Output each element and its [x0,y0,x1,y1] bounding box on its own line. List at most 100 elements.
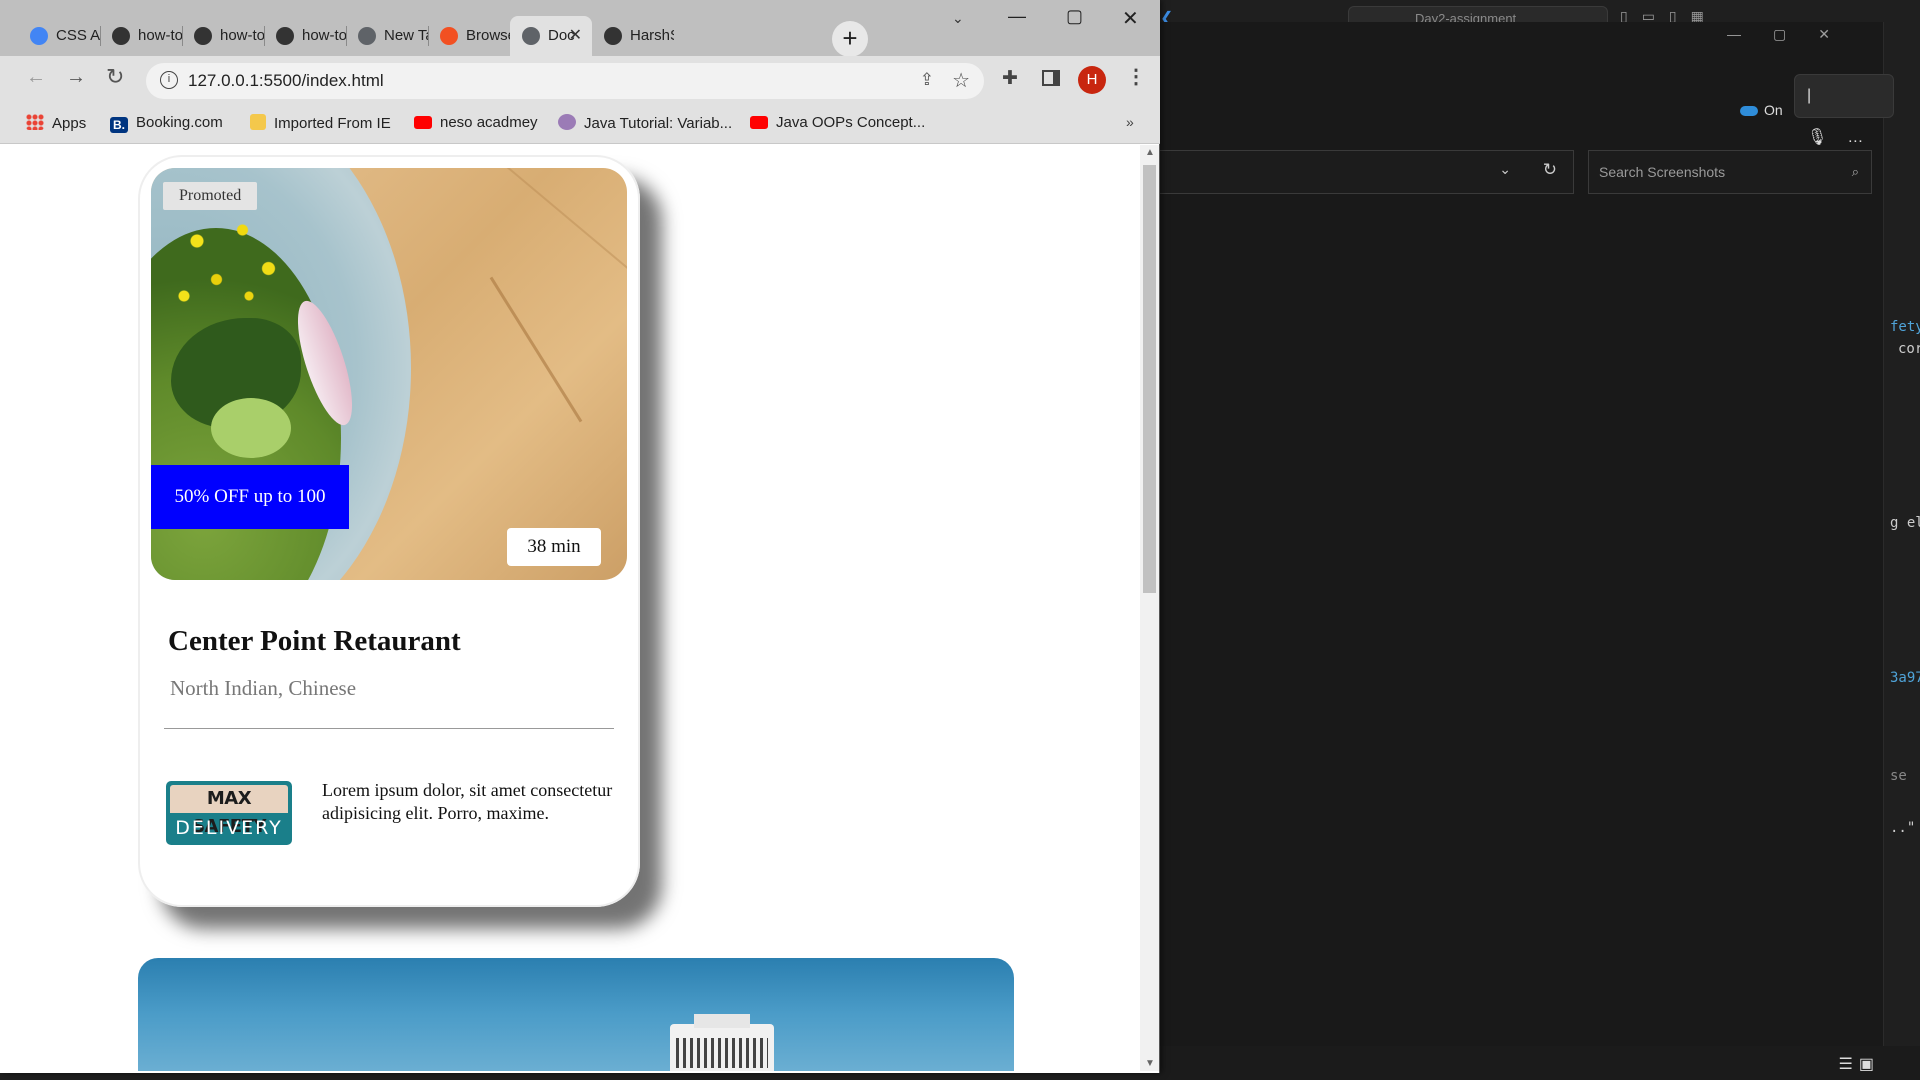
file-explorer-window: —▢✕ On |🎙… ⌄ ↻ Search Screenshots ⌕ [1160,22,1894,1080]
browser-window: CSS Ass how-to how-to how-to New Ta BrowseDoc… [0,0,1160,1073]
kebab-menu-icon[interactable]: ⋮ [1126,64,1146,89]
onedrive-cloud-icon [1740,106,1758,117]
restaurant-name: Center Point Retaurant [168,625,461,657]
bookmark-java-tutorial[interactable]: Java Tutorial: Variab... [558,114,732,132]
bookmark-neso[interactable]: neso acadmey [414,114,538,131]
extensions-puzzle-icon[interactable]: ✚ [1002,67,1018,90]
building-windows [676,1038,768,1068]
code-fragment: se [1890,768,1907,784]
bookmark-java-oops[interactable]: Java OOPs Concept... [750,114,925,131]
flowers [171,208,301,318]
maximize-icon[interactable]: ▢ [1066,6,1083,27]
explorer-status-bar: ☰▣ [1160,1046,1920,1080]
tab-separator [264,26,265,46]
explorer-titlebar: —▢✕ [1160,22,1884,54]
tab-3[interactable]: how-to [264,16,346,56]
tab-search-chevron-icon[interactable]: ⌄ [952,10,964,27]
github-icon [112,27,130,45]
second-card-image[interactable] [138,958,1014,1071]
side-panel-icon[interactable] [1042,70,1060,86]
search-placeholder: Search Screenshots [1599,164,1726,180]
site-info-icon[interactable]: i [160,71,178,89]
code-fragment: cor [1898,341,1920,357]
background-app-window: ❮ Day2-assignment ▯▭▯▦ —▢✕ On |🎙… ⌄ ↻ Se… [1160,0,1920,1080]
card-description: Lorem ipsum dolor, sit amet consectetur … [322,780,613,823]
forward-arrow-icon[interactable]: → [66,66,86,89]
share-icon[interactable]: ⇪ [920,70,934,90]
tab-label: CSS Ass [56,27,100,44]
tab-label: how-to [220,27,264,44]
tab-0[interactable]: CSS Ass [18,16,100,56]
delivery-time-badge: 38 min [507,528,601,566]
new-tab-button[interactable]: + [832,21,868,57]
tab-strip: CSS Ass how-to how-to how-to New Ta BrowseDoc… [0,0,1160,57]
scroll-thumb[interactable] [1143,165,1156,593]
food-image: Promoted 50% OFF up to 100 38 min [151,168,627,580]
tab-4[interactable]: New Ta [346,16,428,56]
page-scrollbar[interactable]: ▲ ▼ [1140,145,1159,1071]
tab-separator [346,26,347,46]
onedrive-item[interactable]: On [1740,102,1783,118]
profile-avatar[interactable]: H [1078,66,1106,94]
tab-label: how-to [302,27,346,44]
apps-grid-icon [26,114,44,130]
folder-icon [250,114,266,130]
tab-6[interactable]: Doc ✕ [510,16,592,56]
bookmark-booking[interactable]: B. Booking.com [110,114,223,133]
view-mode-icons[interactable]: ☰▣ [1839,1054,1880,1074]
code-fragment: g el [1890,515,1920,531]
tab-label: New Ta [384,27,428,44]
avatar-icon [558,114,576,130]
url-text[interactable]: 127.0.0.1:5500/index.html [188,71,384,91]
bookmark-imported-ie[interactable]: Imported From IE [250,114,391,132]
youtube-icon [414,116,432,129]
search-icon: ⌕ [1851,164,1859,179]
bookmarks-bar: Apps B. Booking.com Imported From IE neso… [0,106,1160,144]
tab-5[interactable]: Browse [428,16,510,56]
minimize-icon[interactable]: — [1008,6,1026,27]
bookmark-apps[interactable]: Apps [26,114,86,132]
code-fragment: .." [1890,820,1916,836]
more-bookmarks-chevron-icon[interactable]: » [1126,114,1134,130]
bookmark-label: Java Tutorial: Variab... [584,115,733,132]
bookmark-label: Java OOPs Concept... [776,114,926,131]
bookmark-label: Apps [52,115,87,132]
tab-1[interactable]: how-to [100,16,182,56]
close-window-icon[interactable]: ✕ [1122,6,1139,31]
divider [164,728,614,729]
google-docs-icon [30,27,48,45]
restaurant-card[interactable]: Promoted 50% OFF up to 100 38 min Center… [138,155,640,907]
cuisine-text: North Indian, Chinese [170,676,357,700]
tab-label: HarshS [630,27,674,44]
page-viewport: Promoted 50% OFF up to 100 38 min Center… [8,145,1140,1071]
scroll-up-arrow-icon[interactable]: ▲ [1145,147,1155,158]
tab-separator [100,26,101,46]
back-arrow-icon[interactable]: ← [26,66,46,89]
booking-icon: B. [110,117,128,133]
onedrive-label: On [1764,102,1783,118]
browser-toolbar: ← → ↻ i 127.0.0.1:5500/index.html ⇪ ☆ ✚ … [0,56,1160,106]
globe-icon [522,27,540,45]
chevron-down-icon[interactable]: ⌄ [1499,161,1511,178]
chrome-icon [358,27,376,45]
address-bar[interactable]: i 127.0.0.1:5500/index.html ⇪ ☆ [146,63,984,99]
explorer-window-controls[interactable]: —▢✕ [1727,26,1862,43]
wood-grain [489,276,583,423]
voice-typing-panel[interactable]: |🎙… [1794,74,1894,146]
reload-icon[interactable]: ↻ [106,64,124,90]
tab-close-icon[interactable]: ✕ [569,16,582,56]
tab-7[interactable]: HarshS [592,16,674,56]
bookmark-label: neso acadmey [440,114,538,131]
bookmark-star-icon[interactable]: ☆ [952,68,970,93]
explorer-address-bar[interactable]: ⌄ ↻ [1160,150,1574,194]
leaf [211,398,291,458]
bookmark-label: Imported From IE [274,115,391,132]
tab-separator [428,26,429,46]
refresh-icon[interactable]: ↻ [1543,160,1557,180]
scroll-down-arrow-icon[interactable]: ▼ [1145,1058,1155,1069]
search-screenshots-input[interactable]: Search Screenshots ⌕ [1588,150,1872,194]
tab-2[interactable]: how-to [182,16,264,56]
discount-badge: 50% OFF up to 100 [151,465,349,529]
max-safety-delivery-logo: MAX SAFETY DELIVERY [166,781,292,845]
promoted-badge: Promoted [163,182,258,210]
